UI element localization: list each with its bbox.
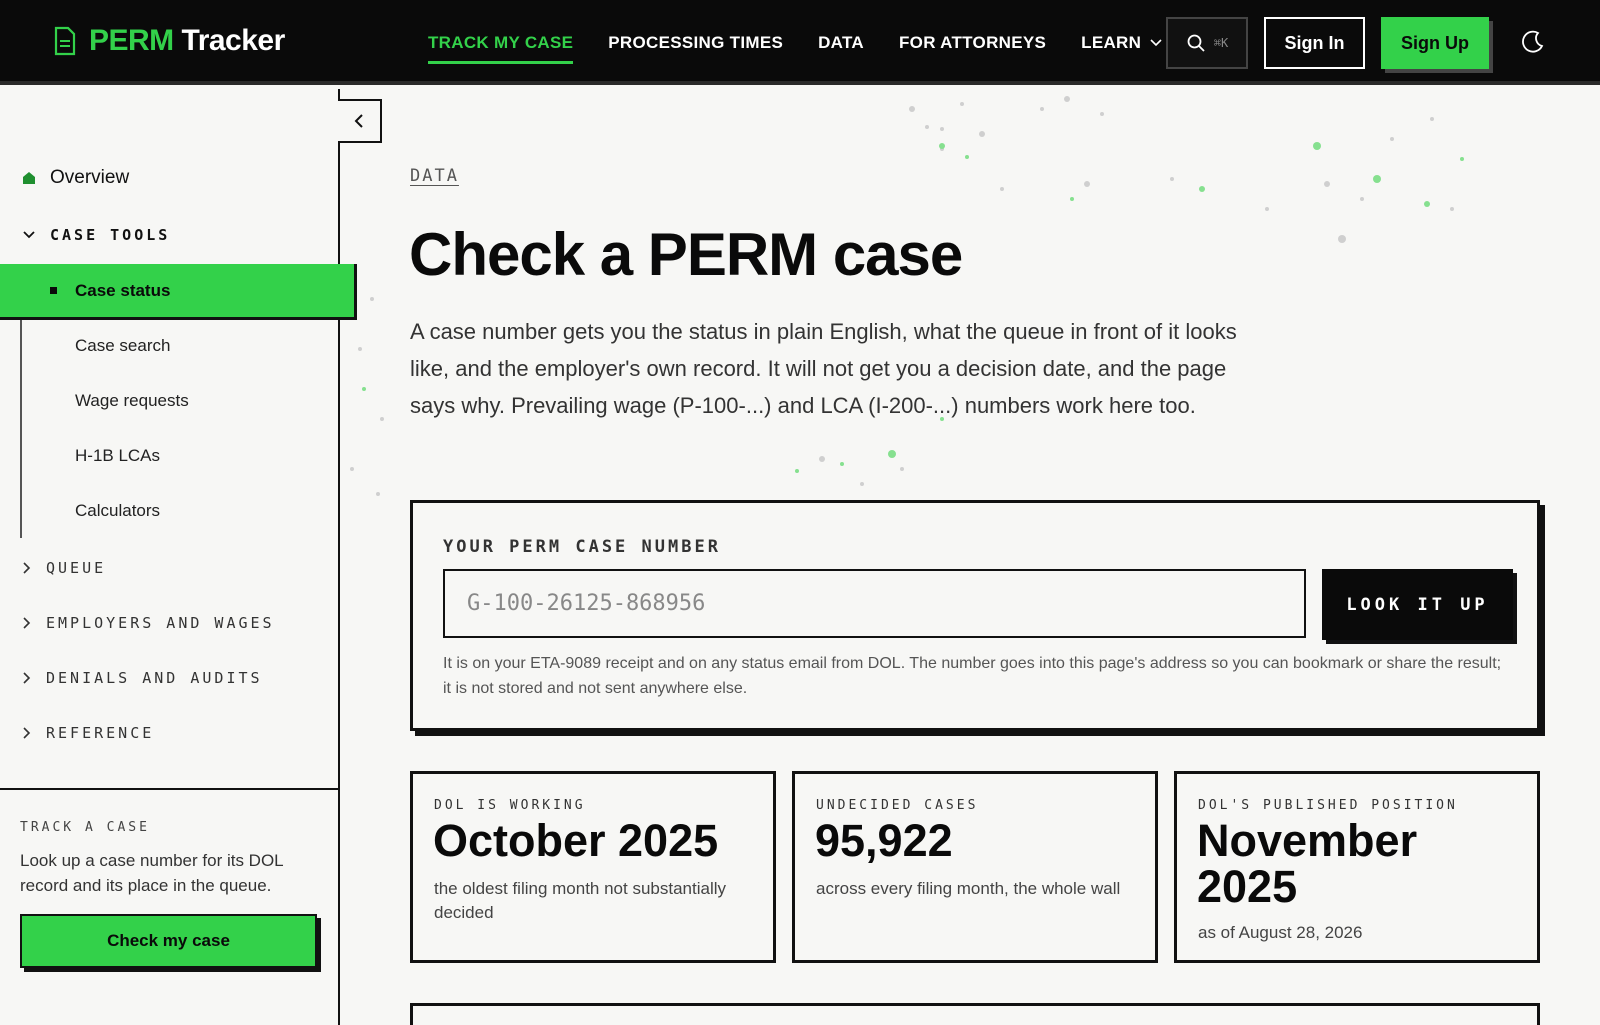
sidebar-section-case-tools[interactable]: CASE TOOLS [22,226,170,244]
collapse-sidebar-button[interactable] [338,99,382,143]
stat-label: DOL IS WORKING [434,798,586,813]
chevron-right-icon [23,562,31,574]
next-section-card [410,1003,1540,1025]
stat-card-dol-published-position: DOL'S PUBLISHED POSITION November 2025 a… [1174,771,1540,963]
track-case-title: TRACK A CASE [20,820,150,835]
brand-name: PERM Tracker [89,24,285,57]
chevron-left-icon [354,114,363,128]
sidebar-section-queue[interactable]: QUEUE [22,559,106,577]
sidebar-item-case-status[interactable]: Case status [0,264,357,320]
sidebar-item-case-search[interactable]: Case search [75,336,170,356]
check-my-case-button[interactable]: Check my case [20,914,317,968]
chevron-right-icon [23,727,31,739]
sidebar-section-denials-and-audits[interactable]: DENIALS AND AUDITS [22,669,263,687]
case-number-help: It is on your ETA-9089 receipt and on an… [443,655,1502,697]
stat-value: 95,922 [815,815,953,866]
stat-label: UNDECIDED CASES [816,798,979,813]
nav-for-attorneys[interactable]: FOR ATTORNEYS [899,0,1046,85]
stat-card-undecided-cases: UNDECIDED CASES 95,922 across every fili… [792,771,1158,963]
chevron-down-icon [1150,38,1162,46]
stat-value: October 2025 [433,815,719,866]
brand-logo[interactable]: PERM Tracker [53,24,285,58]
sidebar-item-wage-requests[interactable]: Wage requests [75,391,189,411]
case-number-label: YOUR PERM CASE NUMBER [443,537,721,557]
top-nav-bar: PERM Tracker TRACK MY CASE PROCESSING TI… [0,0,1600,85]
intro-text: A case number gets you the status in pla… [410,319,1237,418]
stat-card-dol-working: DOL IS WORKING October 2025 the oldest f… [410,771,776,963]
track-case-text: Look up a case number for its DOL record… [20,851,284,895]
case-lookup-card: YOUR PERM CASE NUMBER LOOK IT UP It is o… [410,500,1540,731]
stat-label: DOL'S PUBLISHED POSITION [1198,798,1458,813]
main-nav: TRACK MY CASE PROCESSING TIMES DATA FOR … [428,0,1163,85]
home-icon [23,172,35,184]
nav-learn[interactable]: LEARN [1081,0,1163,85]
look-it-up-button[interactable]: LOOK IT UP [1322,569,1513,640]
sidebar-section-employers-and-wages[interactable]: EMPLOYERS AND WAGES [22,614,275,632]
chevron-right-icon [23,672,31,684]
stat-note: the oldest filing month not substantiall… [434,879,727,922]
nav-processing-times[interactable]: PROCESSING TIMES [608,0,783,85]
nav-data[interactable]: DATA [818,0,864,85]
search-button[interactable]: ⌘K [1166,17,1248,69]
sidebar-item-calculators[interactable]: Calculators [75,501,160,521]
sign-in-button[interactable]: Sign In [1264,17,1365,69]
breadcrumb-eyebrow[interactable]: DATA [410,166,459,186]
nav-track-my-case[interactable]: TRACK MY CASE [428,0,574,85]
bullet-icon [50,287,57,294]
moon-icon[interactable] [1520,29,1546,55]
tree-line [20,318,22,538]
document-icon [54,26,76,56]
chevron-right-icon [23,617,31,629]
stat-note: across every filing month, the whole wal… [816,879,1121,898]
sidebar-item-h1b-lcas[interactable]: H-1B LCAs [75,446,160,466]
sidebar-track-case-panel: TRACK A CASE Look up a case number for i… [0,788,338,1025]
sidebar-item-overview[interactable]: Overview [22,167,129,189]
sign-up-button[interactable]: Sign Up [1381,17,1489,69]
search-shortcut: ⌘K [1213,36,1229,50]
sidebar-section-reference[interactable]: REFERENCE [22,724,154,742]
case-number-input[interactable] [443,569,1306,638]
page-title: Check a PERM case [409,221,963,288]
stat-value: November 2025 [1197,815,1418,912]
chevron-down-icon [23,231,35,239]
stat-note: as of August 28, 2026 [1198,923,1363,942]
search-icon [1187,34,1205,52]
